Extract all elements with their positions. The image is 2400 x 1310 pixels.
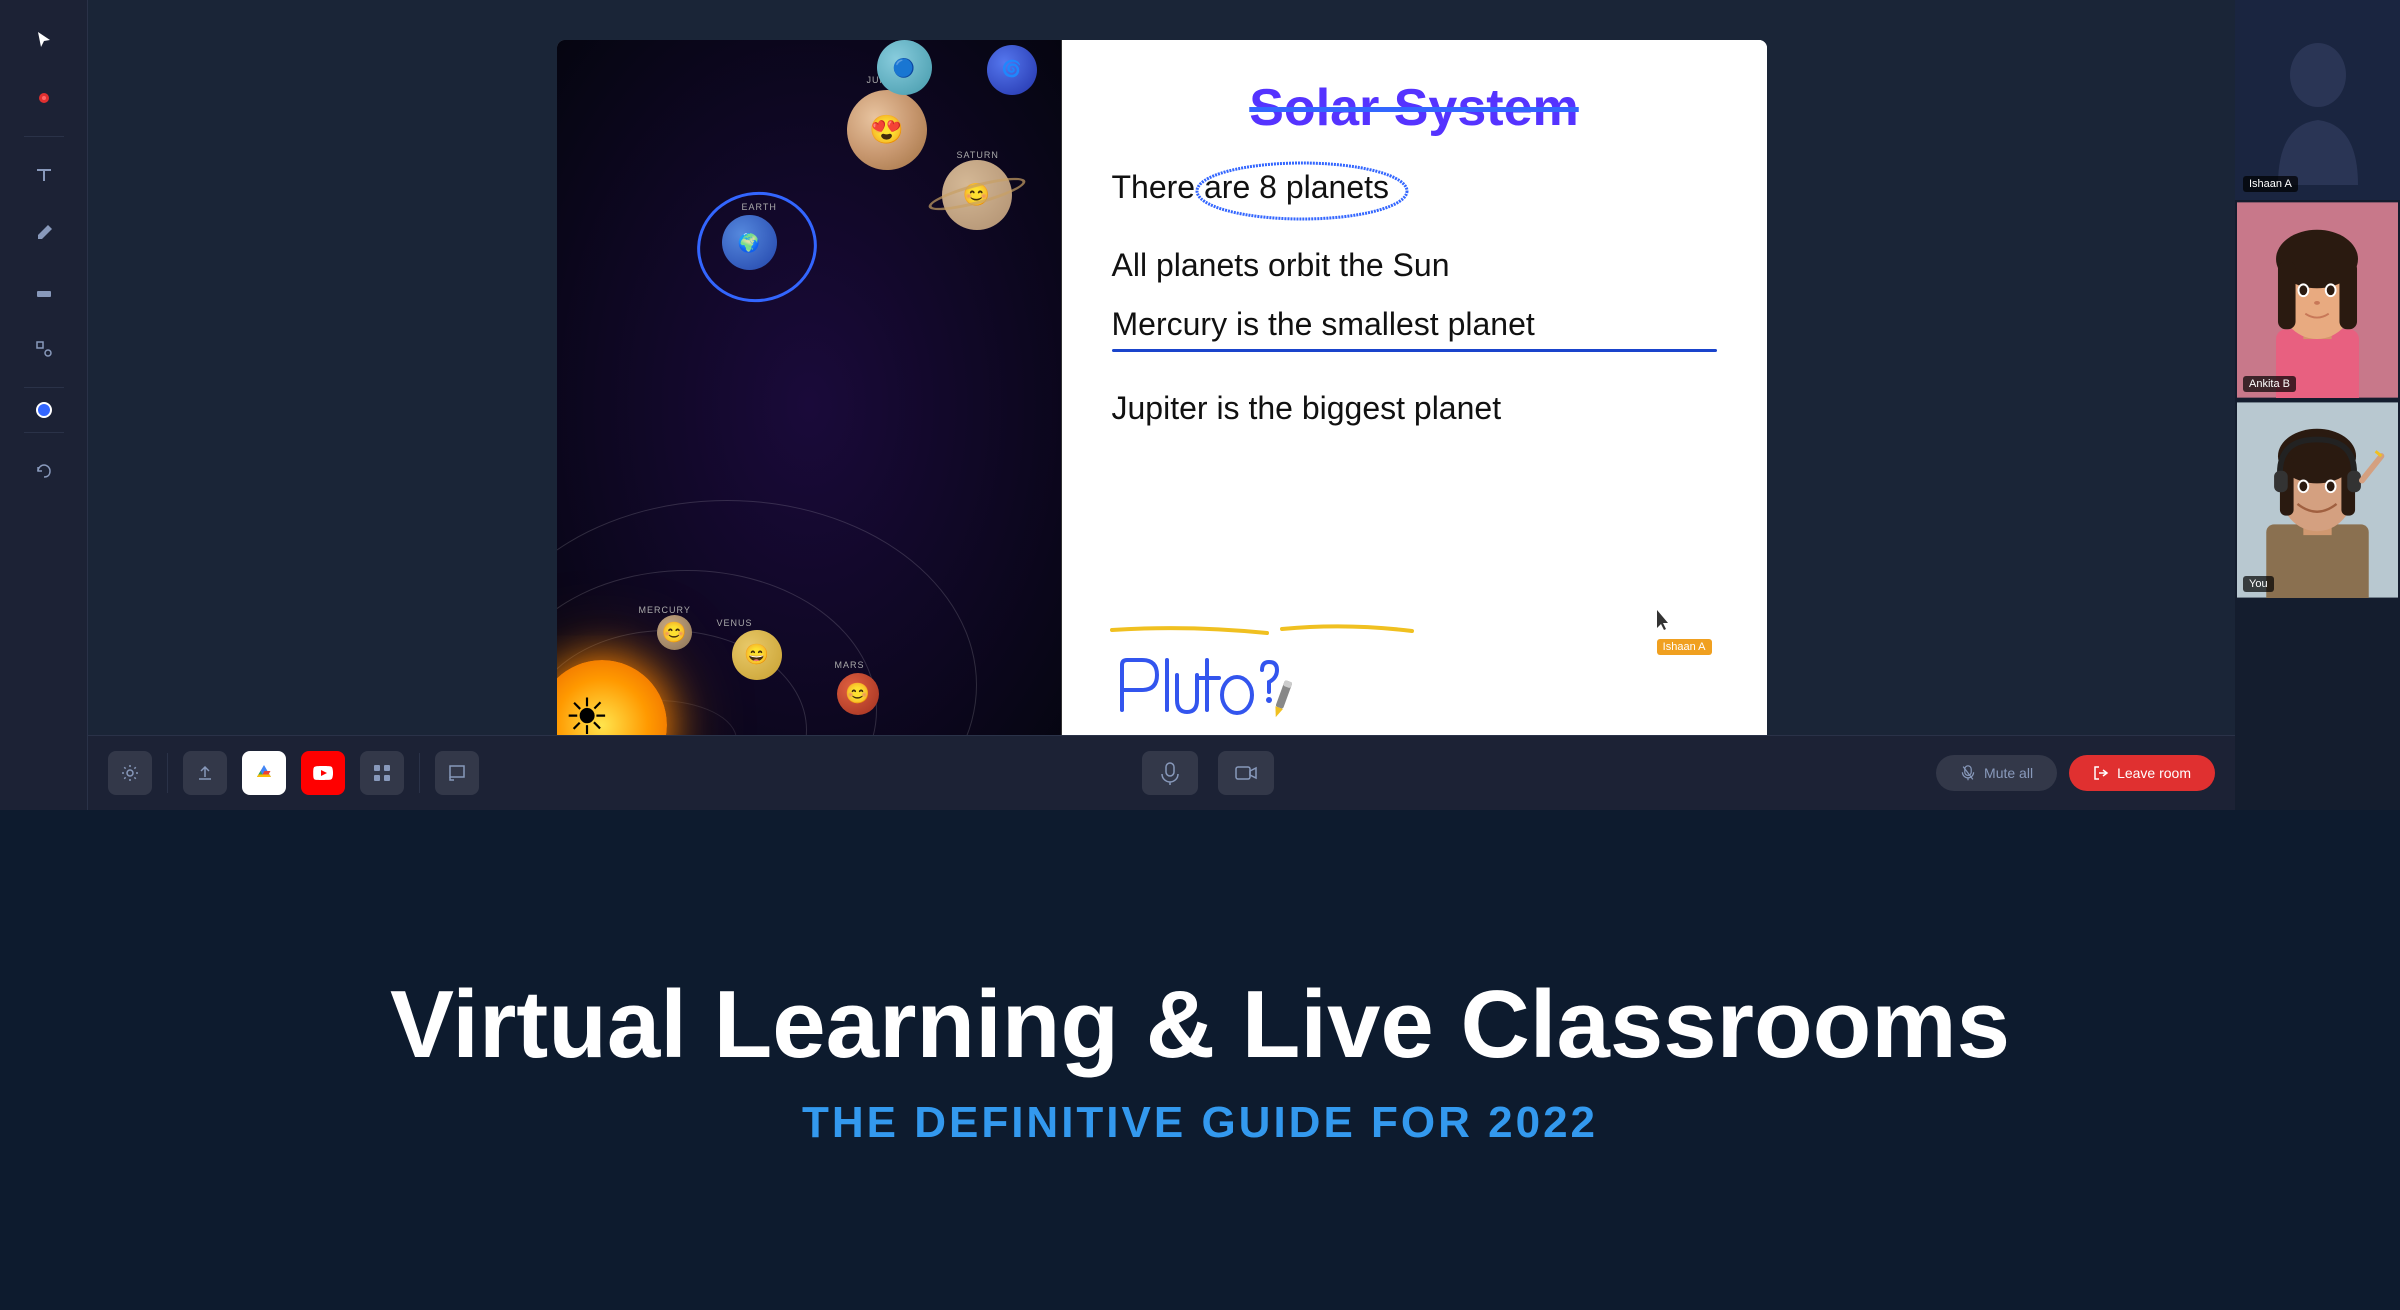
pluto-handwriting bbox=[1107, 650, 1327, 730]
jupiter-planet: 😍 bbox=[847, 90, 927, 170]
upload-button[interactable] bbox=[183, 751, 227, 795]
you-name-label: You bbox=[2243, 576, 2274, 592]
whiteboard-window: ☀ NEPTUNE 😊 MERCURY 😄 VENUS bbox=[557, 40, 1767, 770]
participant-tile-ishaan: Ishaan A bbox=[2235, 0, 2400, 200]
sub-headline: THE DEFINITIVE GUIDE FOR 2022 bbox=[802, 1098, 1598, 1148]
neptune-planet: 🌀 bbox=[987, 45, 1037, 95]
ankita-avatar bbox=[2237, 202, 2398, 398]
uranus-planet: 🔵 bbox=[877, 40, 932, 95]
saturn-planet: 😊 bbox=[942, 160, 1012, 230]
fact-3-underline bbox=[1112, 349, 1717, 352]
apps-button[interactable] bbox=[360, 751, 404, 795]
participant-tile-ankita: Ankita B bbox=[2235, 200, 2400, 400]
solar-system-panel: ☀ NEPTUNE 😊 MERCURY 😄 VENUS bbox=[557, 40, 1062, 770]
participants-panel: Ishaan A bbox=[2235, 0, 2400, 810]
mars-planet: 😊 bbox=[837, 673, 879, 715]
cursor-tool-button[interactable] bbox=[20, 16, 68, 64]
chat-button[interactable] bbox=[435, 751, 479, 795]
saturn-ring bbox=[926, 171, 1028, 216]
leave-room-button[interactable]: Leave room bbox=[2069, 755, 2215, 791]
microphone-button[interactable] bbox=[1142, 751, 1198, 795]
toolbar-divider-3 bbox=[24, 432, 64, 433]
toolbar-divider-2 bbox=[24, 387, 64, 388]
ishaan-cursor: Ishaan A bbox=[1657, 610, 1712, 655]
color-picker[interactable] bbox=[36, 402, 52, 418]
toolbar bbox=[0, 0, 88, 810]
mars-label: MARS bbox=[835, 660, 865, 670]
toolbar-divider-apps bbox=[419, 753, 420, 793]
fact-1-container: There are 8 planets bbox=[1112, 167, 1717, 227]
solar-system-bg: ☀ NEPTUNE 😊 MERCURY 😄 VENUS bbox=[557, 40, 1061, 770]
youtube-button[interactable] bbox=[301, 751, 345, 795]
ishaan-cursor-label: Ishaan A bbox=[1657, 639, 1712, 655]
whiteboard-area: ☀ NEPTUNE 😊 MERCURY 😄 VENUS bbox=[88, 0, 2235, 810]
toolbar-divider-1 bbox=[24, 136, 64, 137]
ishaan-name-label: Ishaan A bbox=[2243, 176, 2298, 192]
shapes-tool-button[interactable] bbox=[20, 325, 68, 373]
toolbar-divider-settings bbox=[167, 753, 168, 793]
text-tool-button[interactable] bbox=[20, 151, 68, 199]
mercury-planet: 😊 bbox=[657, 615, 692, 650]
main-headline: Virtual Learning & Live Classrooms bbox=[390, 972, 2010, 1078]
saturn-label: SATURN bbox=[957, 150, 999, 160]
app-container: ☀ NEPTUNE 😊 MERCURY 😄 VENUS bbox=[0, 0, 2400, 1310]
participant-tile-you: You bbox=[2235, 400, 2400, 600]
you-avatar bbox=[2237, 402, 2398, 598]
ishaan-avatar bbox=[2237, 2, 2398, 198]
eraser-tool-button[interactable] bbox=[20, 267, 68, 315]
right-buttons: Mute all Leave room bbox=[1936, 755, 2215, 791]
mercury-label: MERCURY bbox=[639, 605, 691, 615]
fact-3: Mercury is the smallest planet bbox=[1112, 304, 1717, 352]
venus-planet: 😄 bbox=[732, 630, 782, 680]
bottom-toolbar: Mute all Leave room bbox=[88, 735, 2235, 810]
mute-all-label: Mute all bbox=[1984, 765, 2033, 781]
fact-2: All planets orbit the Sun bbox=[1112, 245, 1717, 287]
text-content-panel: Solar System There are 8 planets All pla… bbox=[1062, 40, 1767, 770]
marketing-section: Virtual Learning & Live Classrooms THE D… bbox=[0, 810, 2400, 1310]
earth-annotation-circle bbox=[688, 182, 825, 311]
pen-tool-button[interactable] bbox=[20, 209, 68, 257]
yellow-annotation-lines bbox=[1107, 615, 1417, 640]
ankita-name-label: Ankita B bbox=[2243, 376, 2296, 392]
laser-pointer-button[interactable] bbox=[20, 74, 68, 122]
google-drive-button[interactable] bbox=[242, 751, 286, 795]
leave-room-label: Leave room bbox=[2117, 765, 2191, 781]
settings-button[interactable] bbox=[108, 751, 152, 795]
undo-button[interactable] bbox=[20, 447, 68, 495]
venus-label: VENUS bbox=[717, 618, 753, 628]
bottom-center-buttons bbox=[1142, 751, 1274, 795]
fact-1: There are 8 planets bbox=[1112, 167, 1717, 209]
fact-4: Jupiter is the biggest planet bbox=[1112, 388, 1717, 430]
classroom-ui: ☀ NEPTUNE 😊 MERCURY 😄 VENUS bbox=[0, 0, 2400, 810]
mute-all-button[interactable]: Mute all bbox=[1936, 755, 2057, 791]
lesson-title: Solar System bbox=[1112, 80, 1717, 137]
camera-button[interactable] bbox=[1218, 751, 1274, 795]
